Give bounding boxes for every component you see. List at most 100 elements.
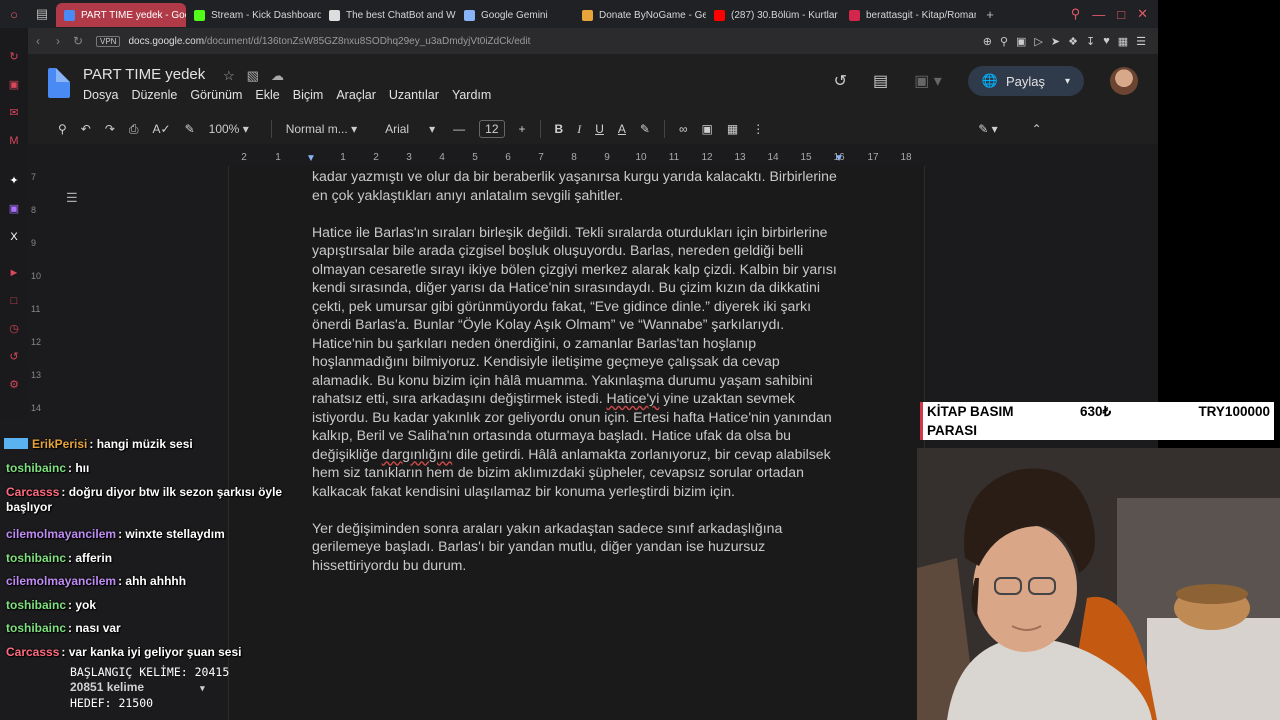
current-word-count[interactable]: 20851 kelime ▾ — [70, 681, 229, 695]
heart-icon[interactable]: ♥ — [1103, 35, 1110, 48]
document-paragraph[interactable]: Hatice ile Barlas'ın sıraları birleşik d… — [312, 223, 842, 501]
document-paragraph[interactable]: kadar yazmıştı ve olur da bir beraberlik… — [312, 167, 842, 204]
browser-tab[interactable]: (287) 30.Bölüm - Kurtlar — [706, 3, 841, 27]
text-color-icon[interactable]: A — [618, 122, 626, 136]
search-menus-icon[interactable]: ⚲ — [58, 122, 67, 136]
screenshot-icon[interactable]: ▣ — [1016, 35, 1026, 48]
horizontal-ruler[interactable]: 2 1 1 2 3 4 5 6 7 8 9 10 11 12 13 14 15 16 17 18 ▼ ▼ — [228, 150, 925, 166]
document-body[interactable]: kadar yazmıştı ve olur da bir beraberlik… — [312, 167, 842, 593]
underline-icon[interactable]: U — [595, 122, 604, 136]
left-indent-marker-icon[interactable]: ▼ — [306, 153, 316, 164]
undo-icon[interactable]: ↶ — [81, 122, 91, 136]
zoom-select[interactable]: 100% ▾ — [209, 122, 249, 136]
style-select[interactable]: Normal m... ▾ — [286, 122, 357, 136]
menu-item[interactable]: Dosya — [83, 88, 118, 102]
ext-settings-icon[interactable]: ⚙ — [7, 378, 21, 392]
browser-menu-icon[interactable]: ☰ — [1136, 35, 1146, 48]
chevron-down-icon[interactable]: ▾ — [1065, 76, 1070, 87]
chevron-down-icon[interactable]: ▾ — [200, 683, 205, 693]
increase-font-icon[interactable]: + — [519, 122, 526, 136]
menu-bar: Dosya Düzenle Görünüm Ekle Biçim Araçlar Uzant… — [83, 88, 491, 102]
bold-icon[interactable]: B — [555, 122, 564, 136]
browser-tab[interactable]: The best ChatBot and W — [321, 3, 456, 27]
insert-image-icon[interactable]: ▦ — [727, 122, 738, 136]
address-bar[interactable]: ‹ › ↻ VPN docs.google.com/document/d/136… — [28, 28, 1158, 54]
minimize-icon[interactable]: — — [1092, 7, 1105, 22]
ext-mail-icon[interactable]: M — [7, 134, 21, 148]
spelling-error[interactable]: Hatice'yi — [607, 390, 660, 406]
meet-icon[interactable]: ▣ ▾ — [914, 71, 942, 91]
menu-item[interactable]: Düzenle — [131, 88, 177, 102]
ruler-number: 6 — [505, 152, 511, 163]
add-comment-icon[interactable]: ▣ — [702, 122, 713, 136]
star-icon[interactable]: ☆ — [223, 68, 235, 84]
browser-menu-icon[interactable]: ○ — [0, 0, 28, 28]
docs-logo-icon[interactable] — [48, 68, 70, 98]
download-icon[interactable]: ↧ — [1086, 35, 1095, 48]
highlight-icon[interactable]: ✎ — [640, 122, 650, 136]
share-button[interactable]: 🌐 Paylaş ▾ — [967, 66, 1084, 96]
tab-overview-icon[interactable]: ▤ — [28, 0, 56, 28]
document-outline-icon[interactable]: ☰ — [66, 190, 78, 206]
menu-item[interactable]: Araçlar — [336, 88, 376, 102]
ext-history-icon[interactable]: ↺ — [7, 350, 21, 364]
ext-chat-icon[interactable]: ✉ — [7, 106, 21, 120]
forward-icon[interactable]: › — [48, 34, 68, 48]
browser-tab[interactable]: berattasgit - Kitap/Roman — [841, 3, 976, 27]
document-paragraph[interactable]: Yer değişiminden sonra araları yakın ark… — [312, 519, 842, 575]
link-icon[interactable]: ∞ — [679, 122, 688, 136]
spellcheck-icon[interactable]: A✓ — [153, 122, 171, 136]
wallet-icon[interactable]: ▦ — [1118, 35, 1128, 48]
close-icon[interactable]: ✕ — [1137, 6, 1148, 22]
menu-item[interactable]: Görünüm — [190, 88, 242, 102]
maximize-icon[interactable]: □ — [1117, 7, 1125, 22]
back-icon[interactable]: ‹ — [28, 34, 48, 48]
editing-mode-icon[interactable]: ✎ ▾ — [978, 122, 997, 136]
ext-play-icon[interactable]: ► — [7, 266, 21, 280]
ext-box-icon[interactable]: □ — [7, 294, 21, 308]
pin-icon[interactable]: ⚲ — [1000, 35, 1008, 48]
url-text[interactable]: docs.google.com/document/d/136tonZsW85GZ… — [128, 36, 530, 47]
font-size-input[interactable]: 12 — [479, 120, 505, 138]
redo-icon[interactable]: ↷ — [105, 122, 115, 136]
browser-tab[interactable]: Stream - Kick Dashboard — [186, 3, 321, 27]
menu-item[interactable]: Biçim — [293, 88, 324, 102]
vertical-ruler[interactable]: 7 8 9 10 11 12 13 14 — [28, 168, 42, 418]
version-history-icon[interactable]: ↺ — [834, 71, 847, 91]
more-options-icon[interactable]: ⋮ — [752, 122, 764, 136]
search-icon[interactable]: ⚲ — [1071, 6, 1081, 22]
collapse-menus-icon[interactable]: ⌃ — [1032, 122, 1042, 136]
comments-icon[interactable]: ▤ — [873, 71, 888, 91]
cloud-status-icon[interactable]: ☁ — [271, 68, 284, 84]
italic-icon[interactable]: I — [577, 122, 581, 137]
extensions-icon[interactable]: ❖ — [1068, 35, 1078, 48]
ext-arrow-icon[interactable]: ↻ — [7, 50, 21, 64]
browser-tab[interactable]: PART TIME yedek - Google — [56, 3, 186, 27]
move-folder-icon[interactable]: ▧ — [247, 68, 259, 84]
reload-icon[interactable]: ↻ — [68, 34, 88, 48]
decrease-font-icon[interactable]: — — [453, 122, 465, 136]
font-select[interactable]: Arial ▾ — [385, 122, 435, 136]
print-icon[interactable]: ⎙ — [129, 122, 139, 137]
spelling-error[interactable]: dargınlığını — [382, 446, 453, 462]
browser-tab[interactable]: Donate ByNoGame - Gel — [574, 3, 706, 27]
avatar[interactable] — [1110, 67, 1138, 95]
paint-format-icon[interactable]: ✎ — [185, 122, 195, 136]
new-tab-icon[interactable]: + — [976, 0, 1004, 28]
scrollbar[interactable] — [1150, 166, 1158, 402]
ext-twitch-icon[interactable]: ▣ — [7, 202, 21, 216]
send-icon[interactable]: ➤ — [1051, 35, 1060, 48]
zoom-icon[interactable]: ⊕ — [983, 35, 992, 48]
ext-spark-icon[interactable]: ✦ — [7, 174, 21, 188]
right-indent-marker-icon[interactable]: ▼ — [834, 153, 844, 164]
vpn-badge[interactable]: VPN — [96, 35, 121, 47]
ext-clock-icon[interactable]: ◷ — [7, 322, 21, 336]
menu-item[interactable]: Yardım — [452, 88, 491, 102]
play-icon[interactable]: ▷ — [1034, 35, 1042, 48]
ext-bag-icon[interactable]: ▣ — [7, 78, 21, 92]
document-title[interactable]: PART TIME yedek — [83, 66, 205, 83]
ext-x-icon[interactable]: X — [7, 230, 21, 244]
menu-item[interactable]: Uzantılar — [389, 88, 439, 102]
browser-tab[interactable]: Google Gemini — [456, 3, 574, 27]
menu-item[interactable]: Ekle — [255, 88, 279, 102]
